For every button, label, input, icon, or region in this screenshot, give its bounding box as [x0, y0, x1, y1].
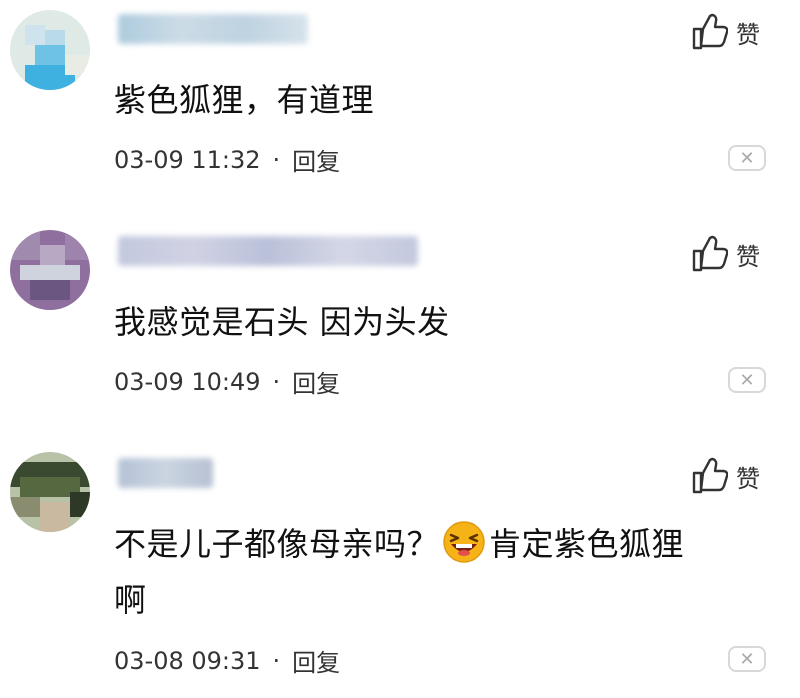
thumbs-up-icon: [692, 457, 728, 494]
avatar-image: [10, 452, 90, 532]
timestamp: 03-08 09:31: [114, 646, 261, 675]
close-icon: ✕: [739, 648, 755, 670]
reply-button[interactable]: 回复: [292, 643, 340, 678]
separator-dot: ·: [272, 646, 281, 675]
comment-text-part3: 啊: [114, 581, 147, 619]
comment-item-3: 赞 不是儿子都像母亲吗？ 肯定紫色狐狸 啊 03-08 09:31 · 回复 ✕: [0, 0, 800, 698]
comment-meta: 03-08 09:31 · 回复: [114, 643, 340, 678]
username-blurred[interactable]: [118, 458, 213, 488]
avatar[interactable]: [10, 452, 90, 532]
comment-text-part2: 肯定紫色狐狸: [489, 525, 685, 563]
like-label: 赞: [736, 464, 760, 493]
comment-text-part1: 不是儿子都像母亲吗？: [114, 525, 440, 563]
comment-text: 不是儿子都像母亲吗？ 肯定紫色狐狸 啊: [114, 516, 764, 628]
dismiss-button[interactable]: ✕: [728, 646, 766, 672]
like-button[interactable]: 赞: [690, 457, 760, 495]
laughing-emoji-icon: [443, 521, 485, 563]
